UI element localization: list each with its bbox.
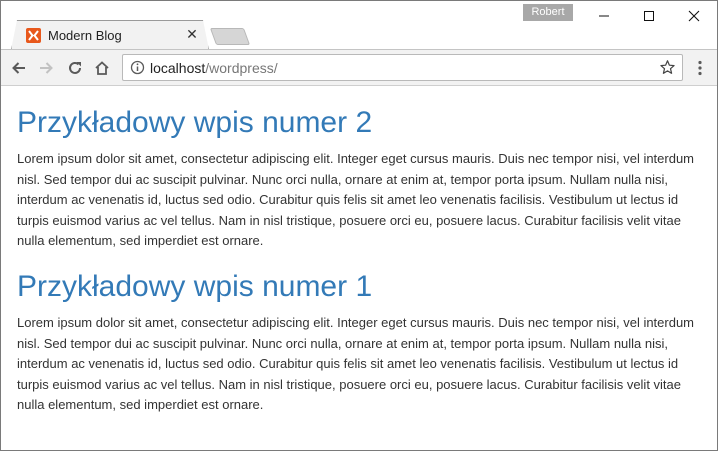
minimize-icon [599, 15, 609, 17]
page-content: Przykładowy wpis numer 2 Lorem ipsum dol… [1, 87, 717, 450]
forward-button[interactable] [35, 57, 57, 79]
info-icon[interactable] [130, 60, 145, 75]
new-tab-button[interactable] [209, 28, 251, 45]
post-title-link[interactable]: Przykładowy wpis numer 1 [17, 269, 707, 305]
back-button[interactable] [8, 57, 30, 79]
post-body: Lorem ipsum dolor sit amet, consectetur … [17, 315, 695, 412]
more-vertical-icon [698, 60, 702, 76]
reload-icon [69, 61, 81, 74]
close-window-button[interactable] [672, 5, 716, 27]
browser-window: Modern Blog ✕ Robert localhost/wordpress… [0, 0, 718, 451]
post-title-link[interactable]: Przykładowy wpis numer 2 [17, 105, 707, 141]
post-body: Lorem ipsum dolor sit amet, consectetur … [17, 151, 695, 248]
browser-toolbar: localhost/wordpress/ [1, 49, 717, 86]
reload-button[interactable] [64, 57, 86, 79]
url-path: /wordpress/ [205, 60, 278, 76]
minimize-button[interactable] [582, 5, 626, 27]
home-icon [95, 61, 109, 75]
profile-button[interactable]: Robert [523, 4, 573, 21]
address-bar[interactable]: localhost/wordpress/ [122, 54, 683, 81]
title-bar: Modern Blog ✕ Robert [1, 1, 717, 50]
maximize-button[interactable] [627, 5, 671, 27]
tab-close-icon[interactable]: ✕ [184, 26, 200, 42]
bookmark-star-icon[interactable] [659, 59, 676, 76]
blog-post: Przykładowy wpis numer 1 Lorem ipsum dol… [17, 269, 707, 416]
url-host: localhost [150, 60, 206, 76]
maximize-icon [644, 11, 654, 21]
home-button[interactable] [91, 57, 113, 79]
tab-title: Modern Blog [48, 28, 122, 43]
browser-menu-button[interactable] [691, 58, 709, 78]
url-text[interactable]: localhost/wordpress/ [150, 60, 278, 76]
arrow-right-icon [40, 62, 53, 74]
tab-modern-blog[interactable]: Modern Blog ✕ [11, 20, 209, 50]
close-icon [688, 10, 700, 22]
xampp-icon [26, 28, 41, 43]
blog-post: Przykładowy wpis numer 2 Lorem ipsum dol… [17, 105, 707, 252]
arrow-left-icon [12, 62, 25, 74]
